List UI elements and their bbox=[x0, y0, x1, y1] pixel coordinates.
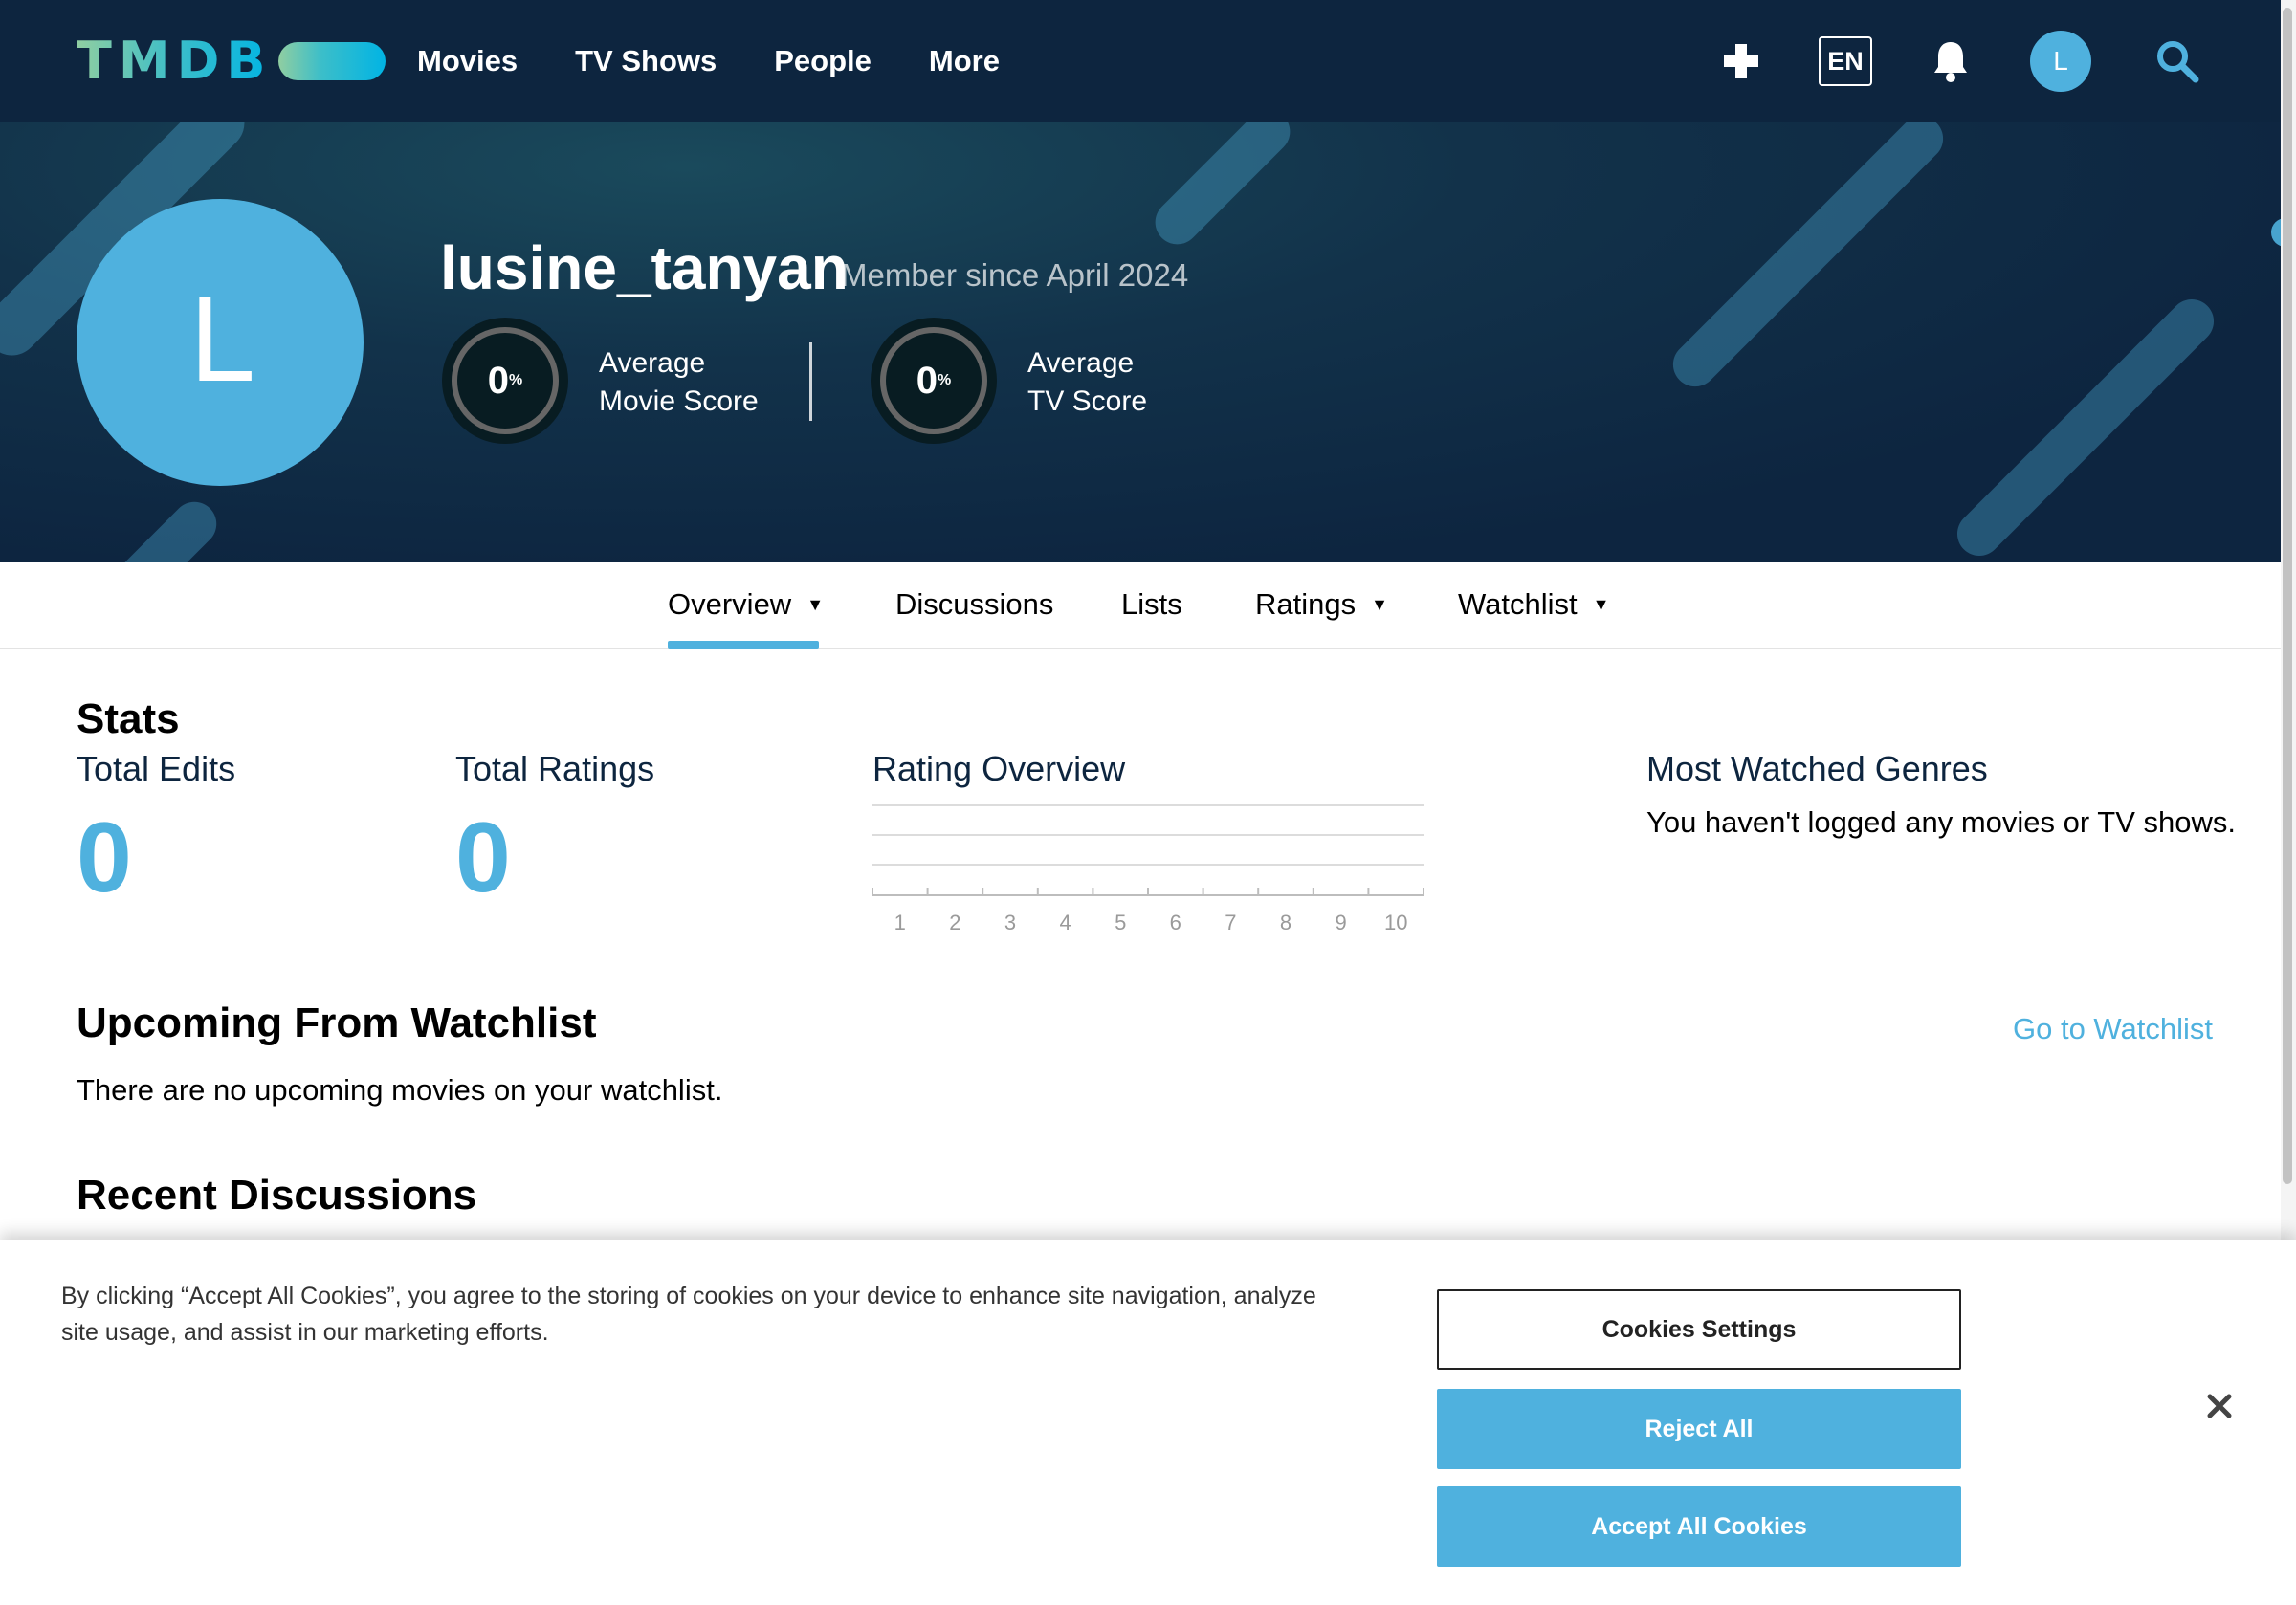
cookie-consent-text: By clicking “Accept All Cookies”, you ag… bbox=[61, 1283, 1316, 1346]
user-avatar-menu[interactable]: L bbox=[2030, 31, 2091, 92]
total-edits-label: Total Edits bbox=[77, 749, 236, 788]
chart-tick-label: 1 bbox=[894, 911, 906, 934]
tab-ratings[interactable]: Ratings ▼ bbox=[1255, 585, 1388, 624]
member-since-text: Member since April 2024 bbox=[841, 257, 1189, 293]
movie-score-label-line1: Average bbox=[599, 347, 706, 379]
go-to-watchlist-link[interactable]: Go to Watchlist bbox=[2013, 1008, 2213, 1050]
tab-lists[interactable]: Lists bbox=[1121, 585, 1182, 624]
profile-avatar: L bbox=[77, 199, 364, 486]
profile-username: lusine_tanyan bbox=[440, 233, 849, 302]
chart-tick-label: 6 bbox=[1170, 911, 1181, 934]
cookie-consent-banner: By clicking “Accept All Cookies”, you ag… bbox=[0, 1240, 2296, 1605]
logo-text: TMDB bbox=[77, 31, 273, 91]
tab-discussions[interactable]: Discussions bbox=[895, 585, 1053, 624]
tab-ratings-label: Ratings bbox=[1255, 587, 1357, 621]
tv-score-label: Average TV Score bbox=[1027, 344, 1147, 421]
tab-discussions-label: Discussions bbox=[895, 587, 1054, 621]
decor-dot bbox=[2271, 218, 2281, 247]
language-selector[interactable]: EN bbox=[1819, 36, 1872, 86]
tmdb-logo[interactable]: TMDB bbox=[77, 34, 386, 88]
nav-link-more[interactable]: More bbox=[929, 38, 1000, 84]
top-navbar: TMDB Movies TV Shows People More EN L bbox=[0, 0, 2281, 122]
upcoming-watchlist-heading: Upcoming From Watchlist bbox=[77, 1000, 597, 1046]
tab-watchlist[interactable]: Watchlist ▼ bbox=[1458, 585, 1609, 624]
tv-score-ring: 0% bbox=[871, 318, 997, 444]
decor-stripe bbox=[1664, 122, 1953, 396]
nav-link-people[interactable]: People bbox=[774, 38, 872, 84]
chart-tick-label: 2 bbox=[949, 911, 960, 934]
tv-score-value: 0 bbox=[916, 359, 938, 402]
tv-score-label-line2: TV Score bbox=[1027, 385, 1148, 417]
cookies-settings-button[interactable]: Cookies Settings bbox=[1437, 1289, 1961, 1370]
nav-link-tv-shows[interactable]: TV Shows bbox=[575, 38, 717, 84]
chart-tick-label: 8 bbox=[1280, 911, 1292, 934]
tv-score-unit: % bbox=[938, 372, 952, 388]
profile-header: L lusine_tanyan Member since April 2024 … bbox=[0, 122, 2281, 562]
reject-all-button[interactable]: Reject All bbox=[1437, 1389, 1961, 1469]
caret-down-icon: ▼ bbox=[1592, 595, 1610, 614]
rating-overview-chart: 1 2 3 4 5 6 7 8 9 10 bbox=[872, 804, 1424, 934]
scrollbar-thumb[interactable] bbox=[2283, 8, 2292, 1184]
bell-icon[interactable] bbox=[1932, 38, 1970, 84]
stats-heading: Stats bbox=[77, 695, 180, 742]
total-ratings-value: 0 bbox=[455, 802, 511, 913]
chart-tick-label: 3 bbox=[1004, 911, 1016, 934]
movie-score-ring: 0% bbox=[442, 318, 568, 444]
score-divider bbox=[809, 342, 812, 421]
rating-overview-label: Rating Overview bbox=[872, 749, 1126, 788]
tab-watchlist-label: Watchlist bbox=[1458, 587, 1578, 621]
chart-tick-label: 7 bbox=[1225, 911, 1236, 934]
chart-tick-label: 4 bbox=[1059, 911, 1071, 934]
active-tab-indicator bbox=[668, 641, 819, 649]
chart-tick-label: 9 bbox=[1335, 911, 1346, 934]
tv-score-label-line1: Average bbox=[1027, 347, 1135, 379]
caret-down-icon: ▼ bbox=[806, 595, 825, 614]
profile-tabs: Overview ▼ Discussions Lists Ratings ▼ Wat… bbox=[0, 562, 2281, 649]
accept-all-cookies-button[interactable]: Accept All Cookies bbox=[1437, 1486, 1961, 1567]
movie-score-label: Average Movie Score bbox=[599, 344, 759, 421]
most-watched-empty-text: You haven't logged any movies or TV show… bbox=[1646, 805, 2236, 839]
most-watched-genres-label: Most Watched Genres bbox=[1646, 749, 1988, 788]
watchlist-empty-text: There are no upcoming movies on your wat… bbox=[77, 1073, 723, 1107]
logo-pill-shape bbox=[277, 42, 386, 80]
movie-score-unit: % bbox=[509, 372, 523, 388]
tab-lists-label: Lists bbox=[1121, 587, 1182, 621]
movie-score-value: 0 bbox=[487, 359, 509, 402]
decor-stripe bbox=[1146, 122, 1299, 253]
tab-overview[interactable]: Overview ▼ bbox=[668, 585, 824, 624]
plus-icon[interactable] bbox=[1718, 36, 1764, 86]
chart-tick-label: 10 bbox=[1384, 911, 1407, 934]
decor-stripe bbox=[1948, 290, 2223, 562]
tab-overview-label: Overview bbox=[668, 587, 792, 621]
movie-score-label-line2: Movie Score bbox=[599, 385, 759, 417]
caret-down-icon: ▼ bbox=[1371, 595, 1388, 614]
close-icon[interactable] bbox=[2200, 1387, 2239, 1425]
main-nav-links: Movies TV Shows People More bbox=[417, 38, 1000, 84]
total-ratings-label: Total Ratings bbox=[455, 749, 655, 788]
chart-tick-label: 5 bbox=[1115, 911, 1126, 934]
nav-link-movies[interactable]: Movies bbox=[417, 38, 518, 84]
total-edits-value: 0 bbox=[77, 802, 132, 913]
decor-stripe bbox=[99, 493, 226, 562]
recent-discussions-heading: Recent Discussions bbox=[77, 1172, 477, 1219]
search-icon[interactable] bbox=[2154, 38, 2200, 84]
